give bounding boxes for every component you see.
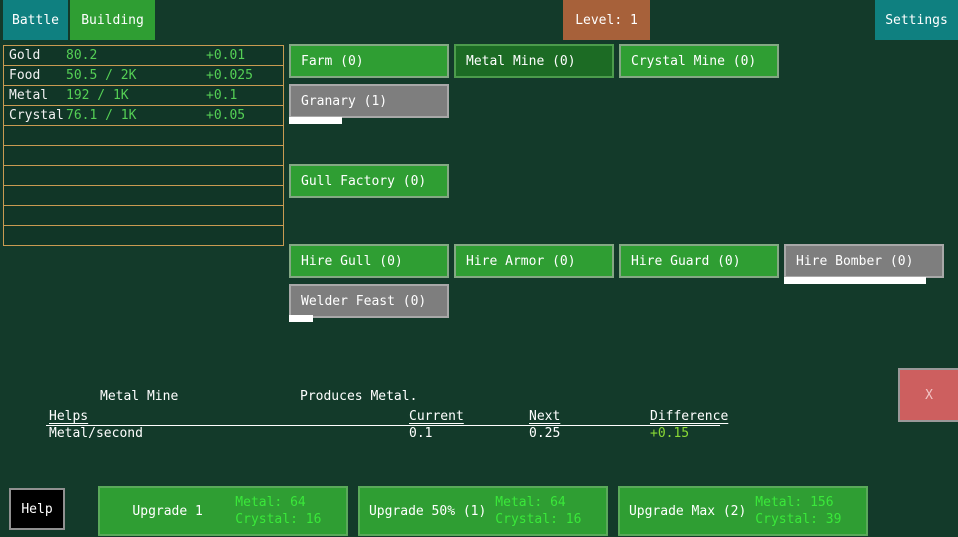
resource-name: Gold — [9, 46, 40, 65]
resource-value: 192 / 1K — [66, 86, 129, 105]
resource-row-food: Food 50.5 / 2K +0.025 — [4, 66, 283, 86]
building-metal-mine-label: Metal Mine (0) — [466, 54, 576, 69]
hire-guard-label: Hire Guard (0) — [631, 254, 741, 269]
detail-header-current: Current — [409, 409, 464, 424]
upgrade-max-costs: Metal: 156 Crystal: 39 — [755, 494, 866, 528]
detail-row-current: 0.1 — [409, 426, 432, 441]
detail-row-name: Metal/second — [49, 426, 143, 441]
detail-title: Metal Mine — [100, 389, 178, 404]
settings-label: Settings — [885, 13, 948, 28]
upgrade-1-button[interactable]: Upgrade 1 Metal: 64 Crystal: 16 — [98, 486, 348, 536]
level-label: Level: 1 — [575, 13, 638, 28]
welder-feast-label: Welder Feast (0) — [301, 294, 426, 309]
building-farm-button[interactable]: Farm (0) — [289, 44, 449, 78]
detail-header-difference: Difference — [650, 409, 728, 424]
granary-progress-bar — [289, 117, 449, 124]
building-metal-mine-button[interactable]: Metal Mine (0) — [454, 44, 614, 78]
close-detail-button[interactable]: X — [898, 368, 958, 422]
detail-header-rule — [46, 425, 720, 426]
building-gull-factory-button[interactable]: Gull Factory (0) — [289, 164, 449, 198]
hire-bomber-progress-bar — [784, 277, 944, 284]
tab-building-label: Building — [81, 13, 144, 28]
cost-metal: Metal: 64 — [235, 494, 346, 511]
help-label: Help — [21, 502, 52, 517]
upgrade-1-label: Upgrade 1 — [100, 504, 235, 519]
resource-rate: +0.025 — [206, 66, 253, 85]
upgrade-50-button[interactable]: Upgrade 50% (1) Metal: 64 Crystal: 16 — [358, 486, 608, 536]
help-button[interactable]: Help — [9, 488, 65, 530]
upgrade-max-button[interactable]: Upgrade Max (2) Metal: 156 Crystal: 39 — [618, 486, 868, 536]
hire-gull-label: Hire Gull (0) — [301, 254, 403, 269]
resource-name: Metal — [9, 86, 48, 105]
hire-bomber-button[interactable]: Hire Bomber (0) — [784, 244, 944, 278]
tab-building[interactable]: Building — [70, 0, 155, 40]
cost-crystal: Crystal: 16 — [495, 511, 606, 528]
settings-button[interactable]: Settings — [875, 0, 958, 40]
resource-name: Food — [9, 66, 40, 85]
cost-metal: Metal: 156 — [755, 494, 866, 511]
resource-row-crystal: Crystal 76.1 / 1K +0.05 — [4, 106, 283, 126]
resource-value: 80.2 — [66, 46, 97, 65]
resource-row-metal: Metal 192 / 1K +0.1 — [4, 86, 283, 106]
building-farm-label: Farm (0) — [301, 54, 364, 69]
upgrade-max-label: Upgrade Max (2) — [620, 504, 755, 519]
building-granary-button[interactable]: Granary (1) — [289, 84, 449, 118]
tab-battle-label: Battle — [12, 13, 59, 28]
cost-crystal: Crystal: 39 — [755, 511, 866, 528]
detail-header-next: Next — [529, 409, 560, 424]
resource-rate: +0.01 — [206, 46, 245, 65]
hire-guard-button[interactable]: Hire Guard (0) — [619, 244, 779, 278]
building-gull-factory-label: Gull Factory (0) — [301, 174, 426, 189]
resource-value: 50.5 / 2K — [66, 66, 136, 85]
detail-row-next: 0.25 — [529, 426, 560, 441]
hire-armor-button[interactable]: Hire Armor (0) — [454, 244, 614, 278]
hire-armor-label: Hire Armor (0) — [466, 254, 576, 269]
level-indicator[interactable]: Level: 1 — [563, 0, 650, 40]
detail-header-helps: Helps — [49, 409, 88, 424]
welder-feast-progress-bar — [289, 315, 449, 322]
hire-bomber-label: Hire Bomber (0) — [796, 254, 913, 269]
upgrade-50-costs: Metal: 64 Crystal: 16 — [495, 494, 606, 528]
upgrade-1-costs: Metal: 64 Crystal: 16 — [235, 494, 346, 528]
hire-gull-button[interactable]: Hire Gull (0) — [289, 244, 449, 278]
resource-row-empty — [4, 166, 283, 186]
welder-feast-button[interactable]: Welder Feast (0) — [289, 284, 449, 318]
resource-rate: +0.1 — [206, 86, 237, 105]
detail-row-difference: +0.15 — [650, 426, 689, 441]
resource-table: Gold 80.2 +0.01 Food 50.5 / 2K +0.025 Me… — [3, 45, 284, 246]
detail-description: Produces Metal. — [300, 389, 417, 404]
upgrade-50-label: Upgrade 50% (1) — [360, 504, 495, 519]
resource-row-empty — [4, 126, 283, 146]
resource-row-empty — [4, 206, 283, 226]
cost-metal: Metal: 64 — [495, 494, 606, 511]
building-crystal-mine-button[interactable]: Crystal Mine (0) — [619, 44, 779, 78]
building-granary-label: Granary (1) — [301, 94, 387, 109]
resource-row-empty — [4, 146, 283, 166]
resource-name: Crystal — [9, 106, 64, 125]
resource-row-gold: Gold 80.2 +0.01 — [4, 46, 283, 66]
resource-row-empty — [4, 226, 283, 246]
game-screen: { "colors": { "background": "#133a2a", "… — [0, 0, 958, 537]
resource-row-empty — [4, 186, 283, 206]
cost-crystal: Crystal: 16 — [235, 511, 346, 528]
building-crystal-mine-label: Crystal Mine (0) — [631, 54, 756, 69]
resource-rate: +0.05 — [206, 106, 245, 125]
resource-value: 76.1 / 1K — [66, 106, 136, 125]
close-icon: X — [925, 388, 933, 403]
tab-battle[interactable]: Battle — [3, 0, 68, 40]
